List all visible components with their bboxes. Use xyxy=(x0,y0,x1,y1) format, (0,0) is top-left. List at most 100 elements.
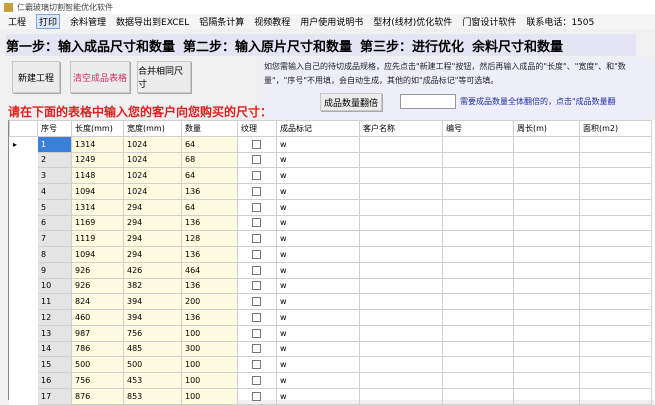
cell-code[interactable] xyxy=(442,340,514,358)
cell-mark[interactable]: w xyxy=(276,293,360,310)
cell-perimeter[interactable] xyxy=(513,198,580,216)
cell-mark[interactable]: w xyxy=(276,230,360,247)
cell-perimeter[interactable] xyxy=(513,340,580,358)
batch-quantity-button[interactable]: 成品数量翻倍 xyxy=(320,93,382,111)
table-row[interactable]: 9 926 426 464 w xyxy=(9,261,652,279)
cell-customer[interactable] xyxy=(359,277,443,295)
cell-width[interactable]: 426 xyxy=(123,261,182,279)
cell-customer[interactable] xyxy=(359,293,443,310)
cell-length[interactable]: 1148 xyxy=(71,167,124,184)
cell-no[interactable]: 1 xyxy=(37,135,72,153)
clear-table-button[interactable]: 清空成品表格 xyxy=(70,61,130,93)
cell-width[interactable]: 485 xyxy=(123,340,182,358)
cell-mark[interactable]: w xyxy=(276,183,360,200)
cell-no[interactable]: 9 xyxy=(37,261,72,279)
menu-video[interactable]: 视频教程 xyxy=(254,15,290,28)
cell-code[interactable] xyxy=(442,372,514,389)
col-width[interactable]: 宽度(mm) xyxy=(123,120,182,137)
cell-grain[interactable] xyxy=(237,214,277,232)
cell-perimeter[interactable] xyxy=(513,135,580,153)
cell-grain[interactable] xyxy=(237,293,277,310)
cell-no[interactable]: 2 xyxy=(37,151,72,169)
cell-area[interactable] xyxy=(579,277,652,295)
cell-width[interactable]: 382 xyxy=(123,277,182,295)
grain-checkbox[interactable] xyxy=(252,171,261,181)
cell-quantity[interactable]: 136 xyxy=(181,246,238,263)
cell-perimeter[interactable] xyxy=(513,214,580,232)
cell-no[interactable]: 8 xyxy=(37,246,72,263)
cell-length[interactable]: 926 xyxy=(71,261,124,279)
cell-width[interactable]: 394 xyxy=(123,309,182,326)
cell-width[interactable]: 453 xyxy=(123,372,182,389)
cell-area[interactable] xyxy=(579,167,652,184)
cell-customer[interactable] xyxy=(359,214,443,232)
cell-no[interactable]: 15 xyxy=(37,356,72,373)
cell-area[interactable] xyxy=(579,230,652,247)
cell-width[interactable]: 756 xyxy=(123,324,182,342)
cell-length[interactable]: 1094 xyxy=(71,183,124,200)
cell-code[interactable] xyxy=(442,198,514,216)
cell-code[interactable] xyxy=(442,387,514,405)
col-quantity[interactable]: 数量 xyxy=(181,120,238,137)
cell-no[interactable]: 17 xyxy=(37,387,72,405)
cell-code[interactable] xyxy=(442,230,514,247)
cell-code[interactable] xyxy=(442,183,514,200)
cell-customer[interactable] xyxy=(359,324,443,342)
cell-width[interactable]: 1024 xyxy=(123,167,182,184)
table-row[interactable]: 2 1249 1024 68 w xyxy=(9,151,652,169)
cell-customer[interactable] xyxy=(359,372,443,389)
cell-code[interactable] xyxy=(442,167,514,184)
step-1[interactable]: 第一步：输入成品尺寸和数量 xyxy=(6,36,175,55)
col-grain[interactable]: 纹理 xyxy=(237,120,277,137)
cell-quantity[interactable]: 100 xyxy=(181,324,238,342)
cell-width[interactable]: 294 xyxy=(123,214,182,232)
menu-spacer-calc[interactable]: 铝隔条计算 xyxy=(199,15,244,28)
cell-grain[interactable] xyxy=(237,246,277,263)
cell-mark[interactable]: w xyxy=(276,261,360,279)
products-table[interactable]: 序号 长度(mm) 宽度(mm) 数量 纹理 成品标记 客户名称 编号 周长(m… xyxy=(8,120,655,405)
cell-length[interactable]: 1314 xyxy=(71,135,124,153)
cell-no[interactable]: 11 xyxy=(37,293,72,310)
cell-length[interactable]: 786 xyxy=(71,340,124,358)
cell-no[interactable]: 3 xyxy=(37,167,72,184)
table-row[interactable]: 5 1314 294 64 w xyxy=(9,198,652,216)
cell-mark[interactable]: w xyxy=(276,214,360,232)
cell-customer[interactable] xyxy=(359,151,443,169)
cell-customer[interactable] xyxy=(359,135,443,153)
grain-checkbox[interactable] xyxy=(252,249,261,259)
cell-mark[interactable]: w xyxy=(276,167,360,184)
cell-quantity[interactable]: 136 xyxy=(181,214,238,232)
cell-mark[interactable]: w xyxy=(276,151,360,169)
grain-checkbox[interactable] xyxy=(252,265,261,275)
grain-checkbox[interactable] xyxy=(252,344,261,354)
cell-no[interactable]: 13 xyxy=(37,324,72,342)
cell-area[interactable] xyxy=(579,183,652,200)
cell-perimeter[interactable] xyxy=(513,309,580,326)
cell-perimeter[interactable] xyxy=(513,387,580,405)
cell-area[interactable] xyxy=(579,246,652,263)
cell-code[interactable] xyxy=(442,151,514,169)
col-no[interactable]: 序号 xyxy=(37,120,72,137)
cell-quantity[interactable]: 136 xyxy=(181,309,238,326)
cell-grain[interactable] xyxy=(237,324,277,342)
table-row[interactable]: ▸ 1 1314 1024 64 w xyxy=(9,135,652,153)
cell-width[interactable]: 294 xyxy=(123,198,182,216)
cell-no[interactable]: 7 xyxy=(37,230,72,247)
cell-quantity[interactable]: 136 xyxy=(181,183,238,200)
cell-perimeter[interactable] xyxy=(513,356,580,373)
cell-perimeter[interactable] xyxy=(513,293,580,310)
cell-area[interactable] xyxy=(579,151,652,169)
cell-quantity[interactable]: 100 xyxy=(181,356,238,373)
menu-print[interactable]: 打印 xyxy=(36,14,61,29)
cell-length[interactable]: 500 xyxy=(71,356,124,373)
cell-quantity[interactable]: 100 xyxy=(181,387,238,405)
cell-customer[interactable] xyxy=(359,246,443,263)
cell-customer[interactable] xyxy=(359,183,443,200)
cell-grain[interactable] xyxy=(237,309,277,326)
grain-checkbox[interactable] xyxy=(252,360,261,370)
grain-checkbox[interactable] xyxy=(252,375,261,385)
cell-area[interactable] xyxy=(579,324,652,342)
cell-quantity[interactable]: 300 xyxy=(181,340,238,358)
cell-code[interactable] xyxy=(442,293,514,310)
cell-width[interactable]: 1024 xyxy=(123,135,182,153)
